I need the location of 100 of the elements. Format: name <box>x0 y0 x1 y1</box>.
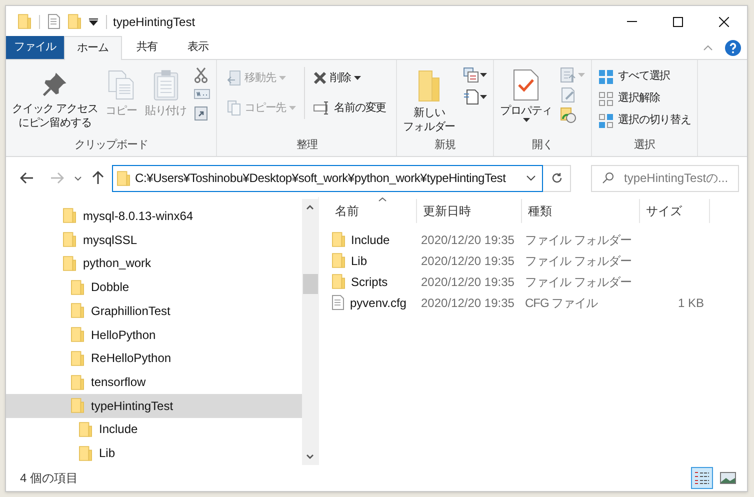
folder-icon <box>332 232 345 247</box>
scrollbar[interactable] <box>302 199 318 465</box>
paste-icon <box>152 69 179 101</box>
modified-date: 2020/12/20 19:35 <box>420 294 516 312</box>
edit-icon <box>560 87 576 103</box>
folder-icon <box>71 374 84 390</box>
folder-icon <box>332 253 345 268</box>
tree-item[interactable]: mysql-8.0.13-winx64 <box>6 204 302 228</box>
folder-icon <box>418 69 440 103</box>
column-header[interactable]: 更新日時 <box>417 199 522 223</box>
properties-icon[interactable] <box>48 14 60 29</box>
column-header[interactable]: 種類 <box>522 199 640 223</box>
open-button[interactable] <box>560 67 586 83</box>
group-label: 新規 <box>434 138 457 153</box>
refresh-icon <box>550 172 562 184</box>
large-icons-view-icon <box>720 472 736 484</box>
path-icon <box>194 89 210 99</box>
folder-icon <box>71 398 84 414</box>
ribbon-tab[interactable]: 共有 <box>122 36 172 59</box>
copy-icon <box>227 100 242 116</box>
file-menu-tab[interactable]: ファイル <box>6 36 64 59</box>
tree-item[interactable]: ReHelloPython <box>6 346 302 370</box>
folder-icon <box>79 422 92 437</box>
shortcut-icon <box>194 105 208 121</box>
chevron-down-icon <box>526 175 536 181</box>
tree-item[interactable]: Include <box>6 418 302 442</box>
folder-icon <box>18 14 31 29</box>
help-icon <box>725 40 741 56</box>
tree-item[interactable]: Lib <box>6 441 302 466</box>
folder-icon <box>68 14 81 29</box>
group-label: 整理 <box>295 138 319 153</box>
document-icon <box>48 14 60 29</box>
customize-toolbar-button[interactable] <box>89 18 98 26</box>
pin-button[interactable]: クイック アクセス にピン留めする <box>8 63 102 135</box>
minimize-icon <box>627 21 637 22</box>
newfolder-button[interactable]: 新しい フォルダー <box>399 63 460 135</box>
file-name: Lib <box>351 252 368 270</box>
arrow-right-icon <box>50 172 64 184</box>
refresh-button[interactable] <box>543 164 571 192</box>
new-item-button[interactable] <box>463 67 488 83</box>
delete-icon <box>313 71 328 85</box>
scrollbar-thumb[interactable] <box>302 274 318 294</box>
copy-icon <box>107 69 136 101</box>
file-row[interactable]: pyvenv.cfg 2020/12/20 19:35 CFG ファイル 1 KB <box>329 292 747 313</box>
file-type: ファイル フォルダー <box>524 252 632 270</box>
copy-path-button[interactable] <box>194 89 210 99</box>
close-icon <box>719 16 729 26</box>
folder-icon <box>63 232 76 248</box>
ribbon-tab[interactable]: ホーム <box>64 36 122 60</box>
caret-icon <box>289 106 296 110</box>
file-row[interactable]: Scripts 2020/12/20 19:35 ファイル フォルダー <box>329 271 747 292</box>
properties-button[interactable]: プロパティ <box>496 63 556 135</box>
dropdown-icon <box>89 18 98 26</box>
tree-item[interactable]: Dobble <box>6 275 302 299</box>
tree-item[interactable]: HelloPython <box>6 322 302 346</box>
column-header[interactable]: サイズ <box>640 199 710 223</box>
cut-button[interactable] <box>194 67 210 83</box>
caret-icon <box>578 73 586 77</box>
scissors-icon <box>194 67 208 83</box>
rename-button[interactable]: 名前の変更 <box>309 97 390 119</box>
search-input[interactable]: typeHintingTestの... <box>624 169 736 187</box>
select-none-icon <box>598 90 614 106</box>
select-invert-button[interactable]: 選択の切り替え <box>598 110 691 131</box>
search-field[interactable]: typeHintingTestの... <box>591 164 739 192</box>
help-button[interactable] <box>725 40 741 56</box>
address-bar[interactable]: C:¥Users¥Toshinobu¥Desktop¥soft_work¥python_work¥typeHintingTest <box>112 164 543 192</box>
chevron-up-icon <box>306 205 314 210</box>
tree-item[interactable]: python_work <box>6 251 302 276</box>
sort-ascending-icon <box>378 197 387 202</box>
ribbon-tab[interactable]: 表示 <box>172 36 224 59</box>
file-type: CFG ファイル <box>524 294 599 312</box>
tree-item[interactable]: mysqlSSL <box>6 228 302 252</box>
folder-icon <box>71 280 84 295</box>
easy-access-button[interactable] <box>463 89 488 105</box>
tree-item[interactable]: GraphillionTest <box>6 298 302 323</box>
tree-item[interactable]: typeHintingTest <box>6 394 302 418</box>
group-label: 開く <box>531 138 554 153</box>
select-none-button[interactable]: 選択解除 <box>598 88 691 109</box>
collapse-ribbon-button[interactable] <box>703 44 713 50</box>
invert-selection-icon <box>598 112 614 128</box>
paste-shortcut-button[interactable] <box>194 105 210 121</box>
folder-icon <box>63 256 76 271</box>
select-all-button[interactable]: すべて選択 <box>598 66 691 87</box>
file-name: pyvenv.cfg <box>350 294 406 312</box>
file-name: Scripts <box>351 274 388 290</box>
column-header[interactable]: 名前 <box>329 199 417 223</box>
details-view-button[interactable] <box>691 467 713 489</box>
tree-item[interactable]: tensorflow <box>6 370 302 394</box>
file-row[interactable]: Lib 2020/12/20 19:35 ファイル フォルダー <box>329 250 747 271</box>
properties-icon <box>513 69 540 101</box>
delete-button[interactable]: 削除 <box>309 67 390 89</box>
file-row[interactable]: Include 2020/12/20 19:35 ファイル フォルダー <box>329 229 747 250</box>
caret-icon <box>278 76 286 80</box>
arrow-up-icon <box>92 171 104 185</box>
group-label: 選択 <box>633 138 656 153</box>
file-name: Include <box>351 232 390 248</box>
modified-date: 2020/12/20 19:35 <box>420 232 516 248</box>
folder-icon <box>332 274 345 289</box>
caret-icon <box>480 95 488 99</box>
chevron-up-icon <box>703 44 713 50</box>
